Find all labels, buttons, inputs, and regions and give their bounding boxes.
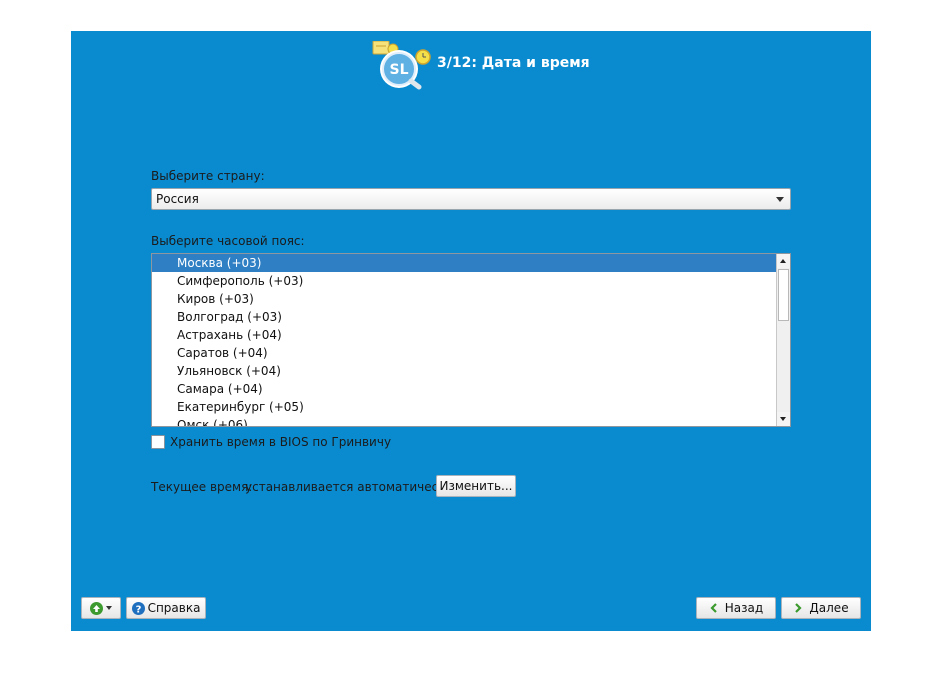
back-button-label: Назад	[724, 601, 764, 615]
timezone-scrollbar[interactable]	[776, 254, 790, 426]
chevron-down-icon	[776, 197, 784, 202]
timezone-list-item[interactable]: Москва (+03)	[152, 254, 777, 272]
timezone-list-item[interactable]: Саратов (+04)	[152, 344, 777, 362]
timezone-list-item[interactable]: Симферополь (+03)	[152, 272, 777, 290]
timezone-list-item[interactable]: Астрахань (+04)	[152, 326, 777, 344]
change-time-button[interactable]: Изменить...	[436, 475, 516, 497]
back-button[interactable]: Назад	[696, 597, 776, 619]
change-time-button-label: Изменить...	[439, 479, 513, 493]
bios-utc-checkbox[interactable]	[151, 435, 165, 449]
next-button-label: Далее	[809, 601, 849, 615]
help-button[interactable]: ? Справка	[126, 597, 206, 619]
menu-button[interactable]	[81, 597, 121, 619]
timezone-list-item[interactable]: Ульяновск (+04)	[152, 362, 777, 380]
country-select[interactable]: Россия	[151, 188, 791, 210]
scroll-down-button[interactable]	[777, 412, 790, 426]
arrow-down-icon	[780, 417, 786, 421]
timezone-list-item[interactable]: Волгоград (+03)	[152, 308, 777, 326]
country-select-value: Россия	[156, 192, 199, 206]
arrow-up-icon	[780, 259, 786, 263]
chevron-down-icon	[106, 606, 112, 610]
svg-text:?: ?	[135, 604, 141, 615]
current-time-value: устанавливается автоматически	[245, 480, 454, 494]
timezone-list-item[interactable]: Омск (+06)	[152, 416, 777, 426]
current-time-label: Текущее время:	[151, 480, 253, 494]
circle-arrow-up-icon	[90, 601, 103, 615]
timezone-list-items: Москва (+03) Симферополь (+03) Киров (+03)…	[152, 254, 777, 426]
chevron-left-icon	[710, 603, 717, 613]
timezone-list-item[interactable]: Самара (+04)	[152, 380, 777, 398]
chevron-right-icon	[795, 603, 802, 613]
installer-window: SL 3/12: Дата и время Выберите страну: Р…	[71, 31, 871, 631]
question-icon: ?	[131, 601, 145, 615]
timezone-list-item[interactable]: Екатеринбург (+05)	[152, 398, 777, 416]
logo-text: SL	[389, 62, 408, 78]
timezone-list[interactable]: Москва (+03) Симферополь (+03) Киров (+03)…	[151, 253, 791, 427]
timezone-label: Выберите часовой пояс:	[151, 234, 305, 248]
country-label: Выберите страну:	[151, 169, 265, 183]
scroll-up-button[interactable]	[777, 254, 790, 268]
bios-utc-label[interactable]: Хранить время в BIOS по Гринвичу	[170, 435, 391, 449]
page-title: 3/12: Дата и время	[437, 55, 590, 71]
help-button-label: Справка	[147, 601, 201, 615]
next-button[interactable]: Далее	[781, 597, 861, 619]
sl-logo-icon: SL	[372, 41, 431, 90]
scroll-thumb[interactable]	[778, 269, 789, 321]
timezone-list-item[interactable]: Киров (+03)	[152, 290, 777, 308]
